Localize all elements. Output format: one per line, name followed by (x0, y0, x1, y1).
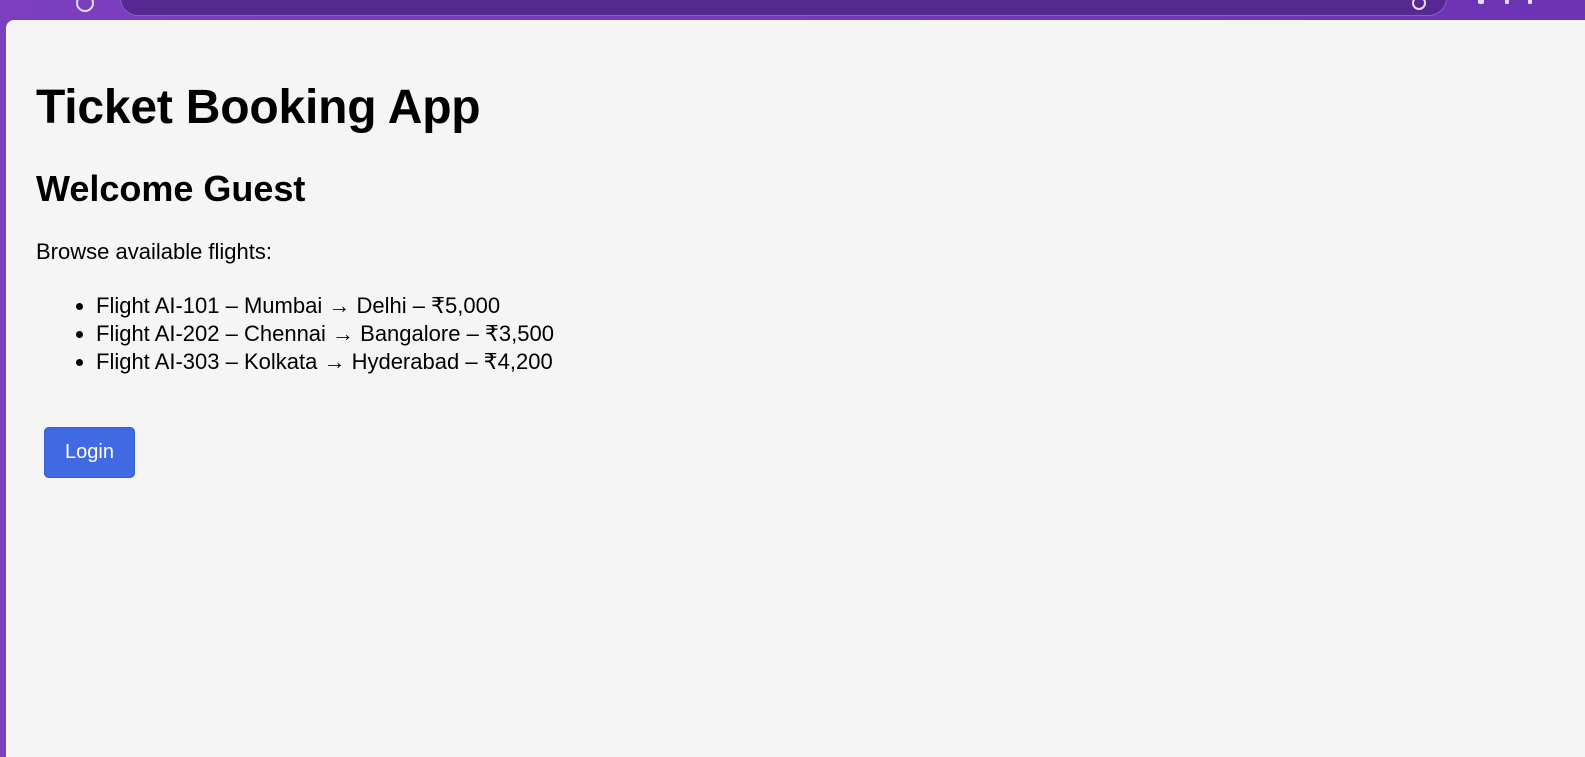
menu-icon[interactable] (1528, 0, 1532, 4)
flight-item: Flight AI-202 – Chennai → Bangalore – ₹3… (96, 320, 554, 348)
flights-intro: Browse available flights: (36, 239, 273, 264)
flight-item: Flight AI-101 – Mumbai → Delhi – ₹5,000 (96, 292, 554, 320)
address-bar[interactable] (120, 0, 1447, 16)
browser-toolbar (0, 0, 1585, 20)
page-viewport: Ticket Booking App Welcome Guest Browse … (6, 20, 1585, 757)
flight-list: Flight AI-101 – Mumbai → Delhi – ₹5,000 … (36, 292, 554, 376)
main-content: Ticket Booking App Welcome Guest Browse … (36, 78, 554, 376)
profile-icon[interactable] (1505, 0, 1509, 4)
flight-item: Flight AI-303 – Kolkata → Hyderabad – ₹4… (96, 348, 554, 376)
extensions-icon[interactable] (1478, 0, 1484, 4)
reload-icon[interactable] (76, 0, 94, 12)
login-button[interactable]: Login (44, 427, 135, 478)
page-title: Ticket Booking App (36, 81, 481, 134)
welcome-heading: Welcome Guest (36, 168, 306, 209)
